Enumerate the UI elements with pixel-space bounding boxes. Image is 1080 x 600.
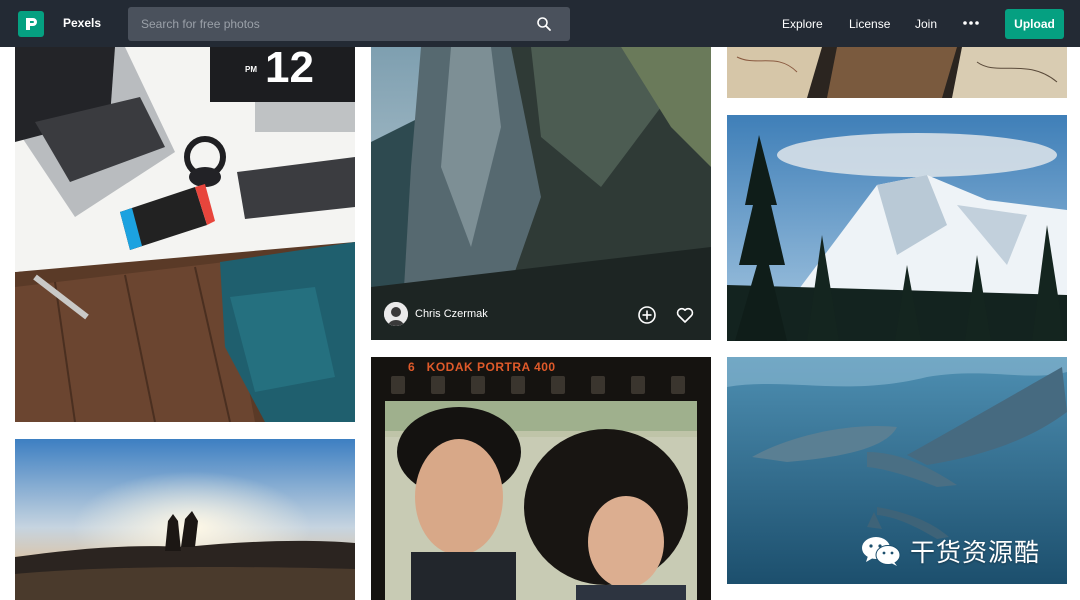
wechat-icon xyxy=(862,537,901,566)
clock-display-pm: PM xyxy=(245,65,257,74)
photo-cliff-landscape[interactable]: Chris Czermak xyxy=(371,47,711,340)
plus-circle-icon[interactable] xyxy=(637,305,657,325)
wechat-watermark: 干货资源酷 xyxy=(860,532,1040,570)
photographer-name[interactable]: Chris Czermak xyxy=(415,308,488,321)
vintage-maps-image xyxy=(727,47,1067,98)
photo-vintage-maps[interactable] xyxy=(727,47,1067,98)
photo-sunset-field[interactable] xyxy=(15,439,355,600)
nav-link-license[interactable]: License xyxy=(849,17,890,31)
search-input[interactable] xyxy=(128,7,528,41)
sunset-field-image xyxy=(15,439,355,600)
search-bar[interactable] xyxy=(128,7,570,41)
search-icon[interactable] xyxy=(536,16,552,32)
clock-display-text: 12 xyxy=(265,47,314,92)
photographer-avatar[interactable] xyxy=(384,302,408,326)
photo-film-portrait[interactable]: 6 KODAK PORTRA 400 xyxy=(371,357,711,600)
pexels-logo[interactable] xyxy=(18,11,44,37)
ellipsis-icon[interactable] xyxy=(961,15,981,31)
top-navigation-bar: Pexels Explore License Join Upload xyxy=(0,0,1080,47)
avatar-image xyxy=(384,302,408,326)
film-caption: 6 KODAK PORTRA 400 xyxy=(408,360,556,374)
nav-link-join[interactable]: Join xyxy=(915,17,937,31)
snowy-mountain-image xyxy=(727,115,1067,341)
photo-desk-setup[interactable]: 12 PM xyxy=(15,47,355,422)
heart-icon[interactable] xyxy=(675,305,695,325)
film-portrait-image xyxy=(371,357,711,600)
brand-name[interactable]: Pexels xyxy=(63,16,101,31)
pexels-logo-icon xyxy=(26,18,37,30)
nav-link-explore[interactable]: Explore xyxy=(782,17,823,31)
upload-button[interactable]: Upload xyxy=(1005,9,1064,39)
photo-snowy-mountain[interactable] xyxy=(727,115,1067,341)
watermark-text: 干货资源酷 xyxy=(910,538,1041,567)
desk-setup-image xyxy=(15,47,355,422)
photo-overlay: Chris Czermak xyxy=(371,290,711,340)
